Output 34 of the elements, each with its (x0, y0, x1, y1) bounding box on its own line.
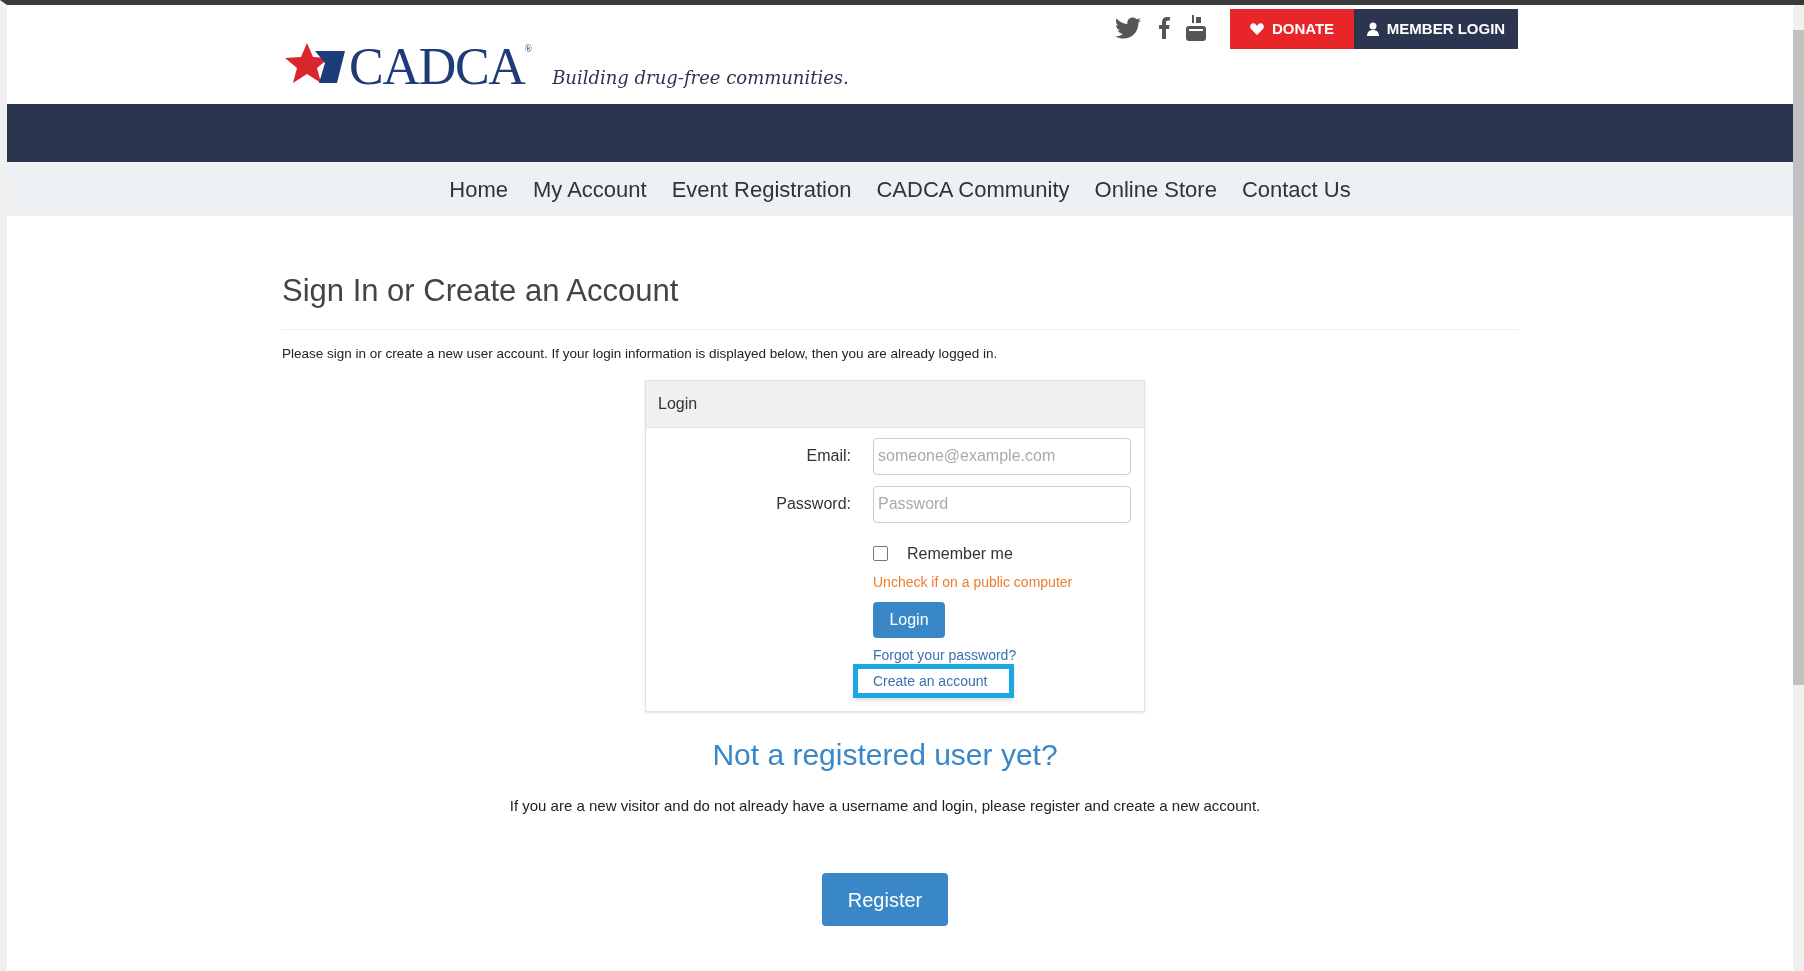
intro-text: Please sign in or create a new user account. If your login information is displayed below, then you are already logged in. (282, 344, 999, 363)
nav-link[interactable]: Home (449, 172, 508, 206)
nav-link[interactable]: Online Store (1094, 172, 1217, 206)
nav-link[interactable]: Contact Us (1241, 172, 1351, 206)
create-account-link[interactable]: Create an account (873, 670, 988, 691)
password-field[interactable]: Password (873, 485, 1131, 523)
facebook-icon[interactable] (1158, 17, 1170, 39)
public-computer-hint: Uncheck if on a public computer (873, 572, 1073, 592)
person-icon (1366, 22, 1379, 36)
login-button[interactable]: Login (873, 601, 945, 638)
scrollbar[interactable] (1793, 5, 1804, 971)
forgot-password-link[interactable]: Forgot your password? (873, 646, 1017, 663)
panel-title: Login (658, 393, 698, 414)
youtube-icon[interactable] (1186, 15, 1206, 41)
nav-link[interactable]: CADCA Community (876, 172, 1070, 206)
register-text: If you are a new visitor and do not already have a username and login, please register and create a new account. (509, 795, 1261, 816)
heart-icon (1249, 23, 1264, 35)
registered-mark: ® (524, 42, 533, 54)
remember-label: Remember me (907, 543, 1013, 564)
nav-link[interactable]: Event Registration (671, 172, 852, 206)
register-button[interactable]: Register (822, 873, 948, 927)
donate-button[interactable]: DONATE (1230, 9, 1354, 49)
nav-link[interactable]: My Account (532, 172, 647, 206)
remember-checkbox[interactable] (873, 546, 888, 562)
email-label: Email: (805, 446, 851, 467)
register-heading: Not a registered user yet? (712, 736, 1058, 773)
member-login-button[interactable]: MEMBER LOGIN (1354, 9, 1518, 49)
twitter-bird-icon[interactable] (1116, 17, 1142, 39)
email-field[interactable]: someone@example.com (873, 437, 1131, 475)
scrollbar-thumb[interactable] (1793, 30, 1804, 685)
logo-text: CADCA (349, 41, 525, 93)
page-title: Sign In or Create an Account (282, 272, 680, 310)
password-label: Password: (775, 494, 851, 515)
tagline: Building drug-free communities. (552, 66, 849, 90)
